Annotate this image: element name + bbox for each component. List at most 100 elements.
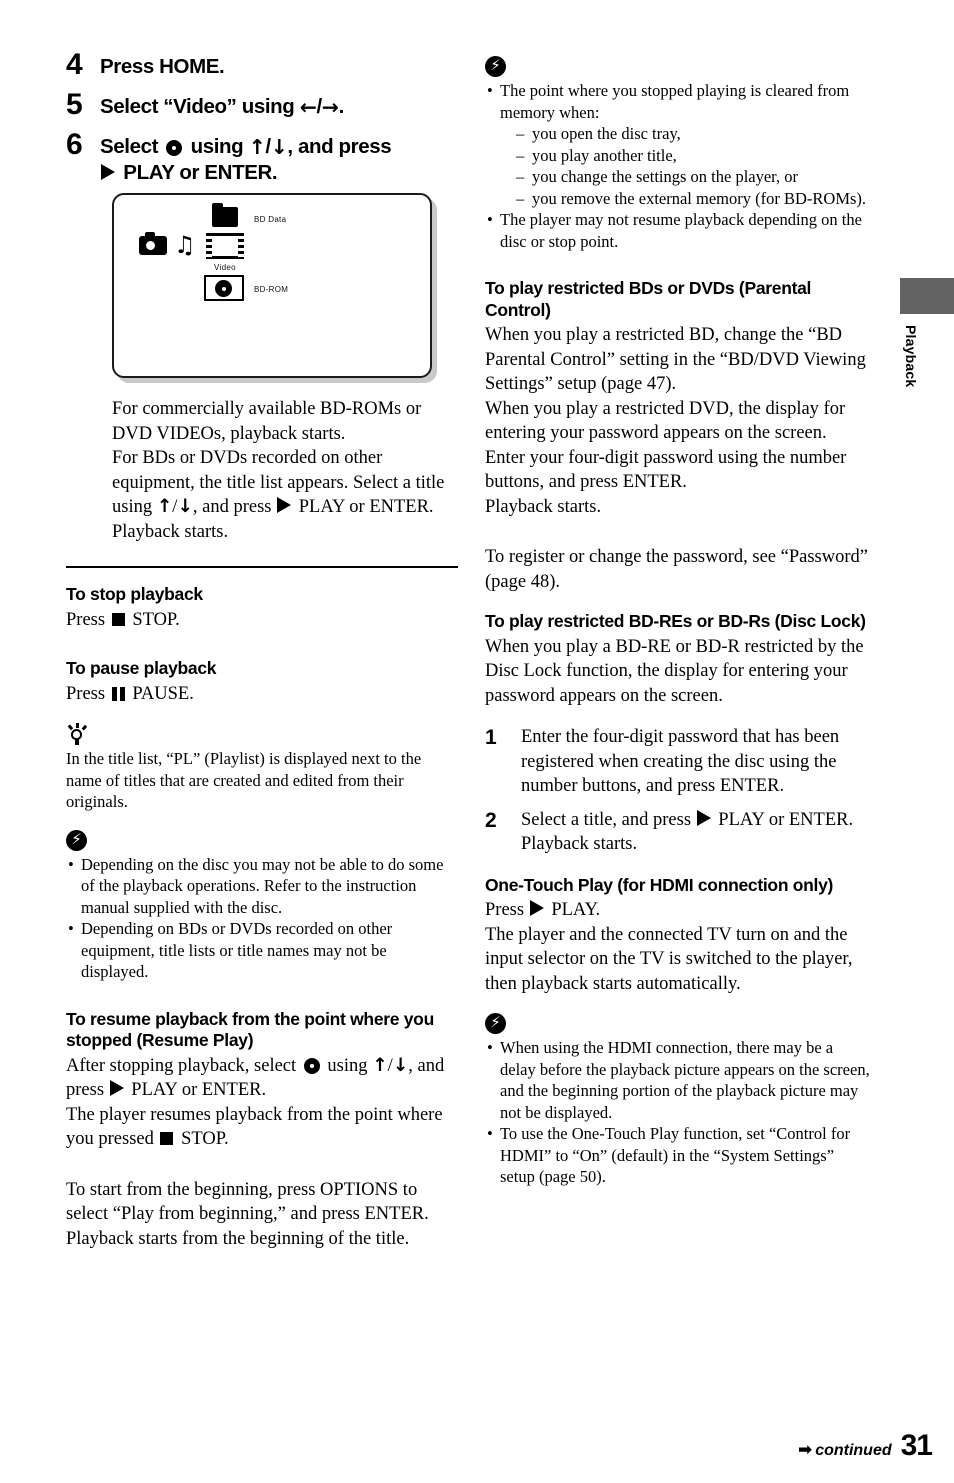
step-text-pre: Select “Video” using [100, 95, 300, 118]
tip-block: In the title list, “PL” (Playlist) is di… [66, 723, 458, 813]
note-bullet-list: The point where you stopped playing is c… [485, 80, 870, 252]
step-6: 6 Select using ↑/↓, and press PLAY or EN… [66, 126, 458, 185]
step-text-c: Playback starts. [521, 834, 638, 854]
page-number: 31 [900, 1429, 933, 1462]
note-dash-list: you open the disc tray, you play another… [500, 123, 870, 209]
arrow-down-icon: ↓ [392, 1054, 409, 1076]
step-text: Select using ↑/↓, and press PLAY or ENTE… [100, 126, 392, 185]
arrow-up-icon: ↑ [156, 496, 173, 517]
folder-icon [212, 203, 238, 227]
arrow-up-icon: ↑ [248, 135, 266, 159]
parental-paragraph-3: Enter your four-digit password using the… [485, 447, 847, 493]
play-icon [529, 900, 544, 916]
page-footer: ➡ continued 31 [798, 1429, 933, 1462]
disc-lock-step-1: 1 Enter the four-digit password that has… [485, 725, 870, 799]
resume-line3-a: The player resumes playback from the poi… [66, 1104, 443, 1150]
play-icon [277, 497, 292, 513]
step-text-post: . [338, 95, 345, 118]
pause-text-pre: Press [66, 683, 110, 704]
step-text: Select a title, and press PLAY or ENTER.… [521, 808, 853, 857]
step-text-b: PLAY or ENTER. [713, 809, 854, 830]
stop-text-pre: Press [66, 609, 110, 630]
arrow-down-icon: ↓ [270, 135, 288, 159]
parental-paragraph-4: Playback starts. [485, 496, 602, 517]
disc-lock-paragraph: When you play a BD-RE or BD-R restricted… [485, 636, 864, 706]
label-video: Video [214, 263, 236, 272]
step-number: 2 [485, 808, 497, 832]
step-number: 1 [485, 726, 497, 749]
note-block-right-bottom: When using the HDMI connection, there ma… [485, 1012, 870, 1188]
play-icon [101, 164, 115, 180]
list-item: you open the disc tray, [516, 123, 870, 145]
resume-paragraph-2: The player resumes playback from the poi… [66, 1103, 458, 1152]
continued-label: continued [815, 1442, 892, 1459]
resume-line1-b: using [322, 1055, 373, 1076]
heading-to-stop-playback: To stop playback [66, 584, 203, 604]
list-item: The player may not resume playback depen… [485, 209, 870, 252]
step-text: Select “Video” using ←/→. [100, 86, 344, 120]
arrow-left-icon: ← [299, 95, 317, 119]
step-text-line2: PLAY or ENTER. [118, 161, 278, 184]
intro-paragraph-1: For commercially available BD-ROMs or DV… [112, 399, 422, 444]
step-5: 5 Select “Video” using ←/→. [66, 86, 458, 124]
play-from-beginning-paragraph: To start from the beginning, press OPTIO… [66, 1179, 429, 1249]
pause-playback-text: Press PAUSE. [66, 682, 458, 707]
register-password-paragraph: To register or change the password, see … [485, 547, 868, 592]
list-item: you remove the external memory (for BD-R… [516, 188, 870, 210]
arrow-down-icon: ↓ [177, 496, 193, 517]
note-block-left: Depending on the disc you may not be abl… [66, 829, 458, 983]
label-bd-data: BD Data [254, 215, 287, 224]
stop-icon [111, 612, 125, 626]
note-bullet-list: Depending on the disc you may not be abl… [66, 854, 458, 983]
intro-p2-b: , and press [192, 497, 277, 517]
note-bolt-icon [66, 829, 87, 851]
list-item: you play another title, [516, 145, 870, 167]
list-item: The point where you stopped playing is c… [485, 80, 870, 209]
intro-paragraph-block: For commercially available BD-ROMs or DV… [112, 397, 458, 544]
one-touch-paragraph: The player and the connected TV turn on … [485, 924, 853, 994]
stop-playback-text: Press STOP. [66, 608, 458, 633]
intro-paragraph-3: Playback starts. [112, 521, 229, 542]
step-number: 4 [66, 48, 83, 81]
stop-icon [160, 1132, 174, 1145]
list-item-text: The point where you stopped playing is c… [500, 81, 850, 122]
play-icon [109, 1080, 124, 1096]
intro-paragraph-2: For BDs or DVDs recorded on other equipm… [112, 448, 445, 517]
intro-p2-c: PLAY or ENTER. [294, 497, 434, 517]
parental-paragraph-1: When you play a restricted BD, change th… [485, 325, 866, 394]
disc-icon [303, 1057, 320, 1074]
resume-line2-b: PLAY or ENTER. [126, 1080, 267, 1100]
list-item: To use the One-Touch Play function, set … [485, 1123, 870, 1188]
note-block-right-top: The point where you stopped playing is c… [485, 55, 870, 252]
list-item: Depending on the disc you may not be abl… [66, 854, 458, 919]
step-4: 4 Press HOME. [66, 46, 458, 84]
film-strip-icon [206, 233, 244, 259]
heading-parental-control: To play restricted BDs or DVDs (Parental… [485, 278, 812, 320]
step-text-a: Select a title, and press [521, 809, 696, 830]
resume-paragraph: After stopping playback, select using ↑/… [66, 1054, 445, 1101]
step-number: 6 [66, 128, 83, 161]
left-column: 4 Press HOME. 5 Select “Video” using ←/→… [66, 46, 458, 1251]
step-text: Press HOME. [100, 55, 225, 78]
manual-page: 4 Press HOME. 5 Select “Video” using ←/→… [0, 0, 954, 1483]
disc-lock-step-2: 2 Select a title, and press PLAY or ENTE… [485, 808, 870, 857]
step-number: 5 [66, 88, 83, 121]
step-text-mid: using [185, 135, 249, 158]
step-text: Enter the four-digit password that has b… [521, 727, 840, 796]
tip-text: In the title list, “PL” (Playlist) is di… [66, 749, 422, 811]
note-bolt-icon [485, 55, 506, 77]
heading-to-pause-playback: To pause playback [66, 658, 217, 678]
step-text-post: , and press [287, 135, 392, 158]
press-pre: Press [485, 900, 529, 920]
resume-line3-b: STOP. [176, 1129, 229, 1149]
list-item: When using the HDMI connection, there ma… [485, 1037, 870, 1123]
disc-box-icon [204, 275, 244, 301]
section-divider [66, 566, 458, 568]
heading-resume-play: To resume playback from the point where … [66, 1008, 434, 1051]
stop-text-post: STOP. [127, 609, 180, 630]
screen-frame: BD Data ♫ Video BD-ROM [112, 193, 432, 378]
heading-one-touch-play: One-Touch Play (for HDMI connection only… [485, 874, 834, 895]
tip-bulb-icon [66, 723, 88, 747]
arrow-right-icon: → [321, 95, 339, 119]
play-icon [696, 809, 711, 826]
